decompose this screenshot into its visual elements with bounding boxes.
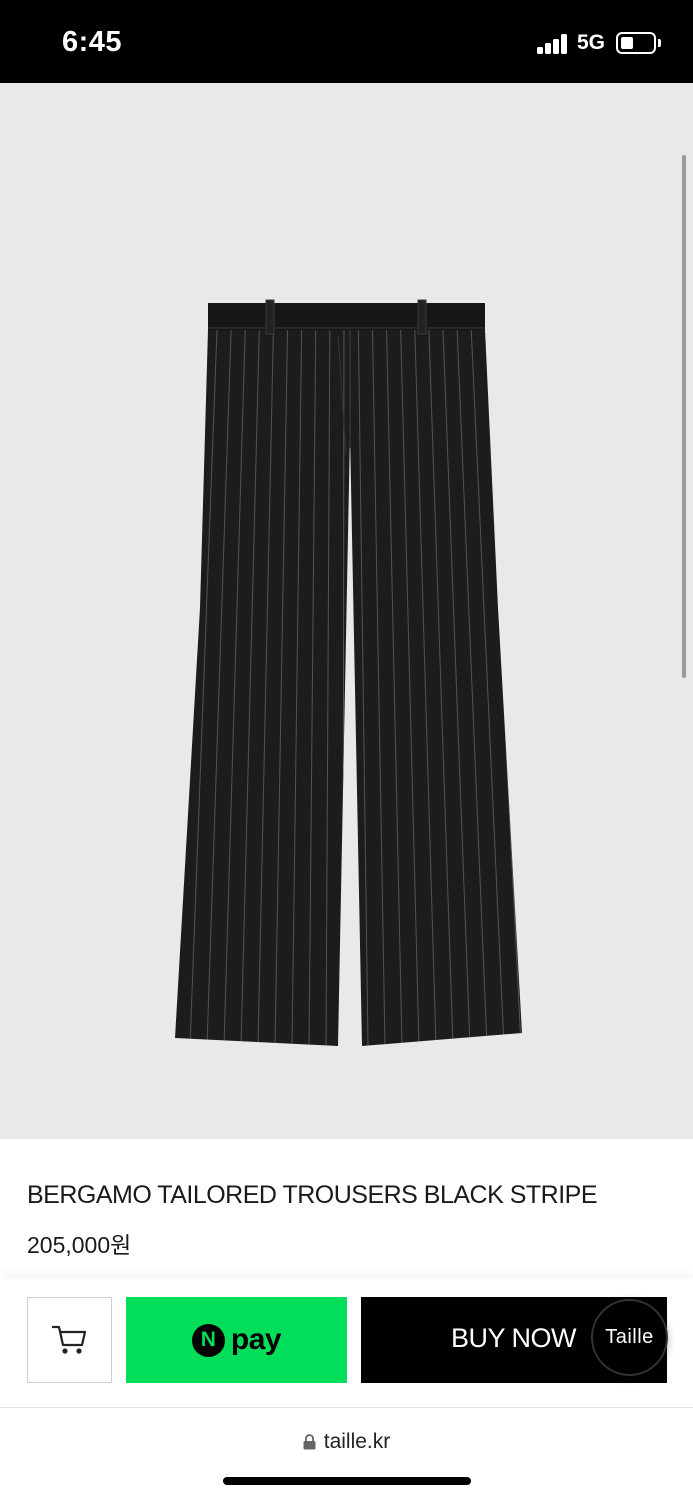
scroll-indicator[interactable]	[682, 155, 686, 678]
network-type: 5G	[577, 31, 606, 54]
status-bar: 6:45 5G	[0, 0, 693, 83]
status-time: 6:45	[62, 26, 123, 58]
npay-logo-icon: N	[191, 1323, 225, 1357]
purchase-action-bar: N pay BUY NOW	[0, 1279, 693, 1407]
url-text: taille.kr	[323, 1430, 391, 1453]
signal-icon	[537, 34, 569, 54]
home-indicator[interactable]	[223, 1477, 471, 1485]
lock-icon	[303, 1434, 316, 1450]
battery-icon	[616, 32, 656, 54]
product-name: BERGAMO TAILORED TROUSERS BLACK STRIPE	[27, 1181, 598, 1209]
battery-tip	[658, 39, 661, 47]
product-info: BERGAMO TAILORED TROUSERS BLACK STRIPE 2…	[0, 1139, 693, 1279]
add-to-cart-button[interactable]	[27, 1297, 112, 1383]
browser-address-bar[interactable]: taille.kr	[0, 1407, 693, 1500]
product-image[interactable]	[0, 83, 693, 1139]
taille-chat-button[interactable]: Taille	[591, 1299, 668, 1376]
trousers-image	[175, 299, 522, 1046]
buy-now-label: BUY NOW	[451, 1323, 577, 1353]
npay-button[interactable]: N pay	[126, 1297, 347, 1383]
product-price: 205,000원	[27, 1232, 132, 1258]
cart-icon	[51, 1325, 86, 1354]
npay-label: pay	[230, 1323, 282, 1356]
